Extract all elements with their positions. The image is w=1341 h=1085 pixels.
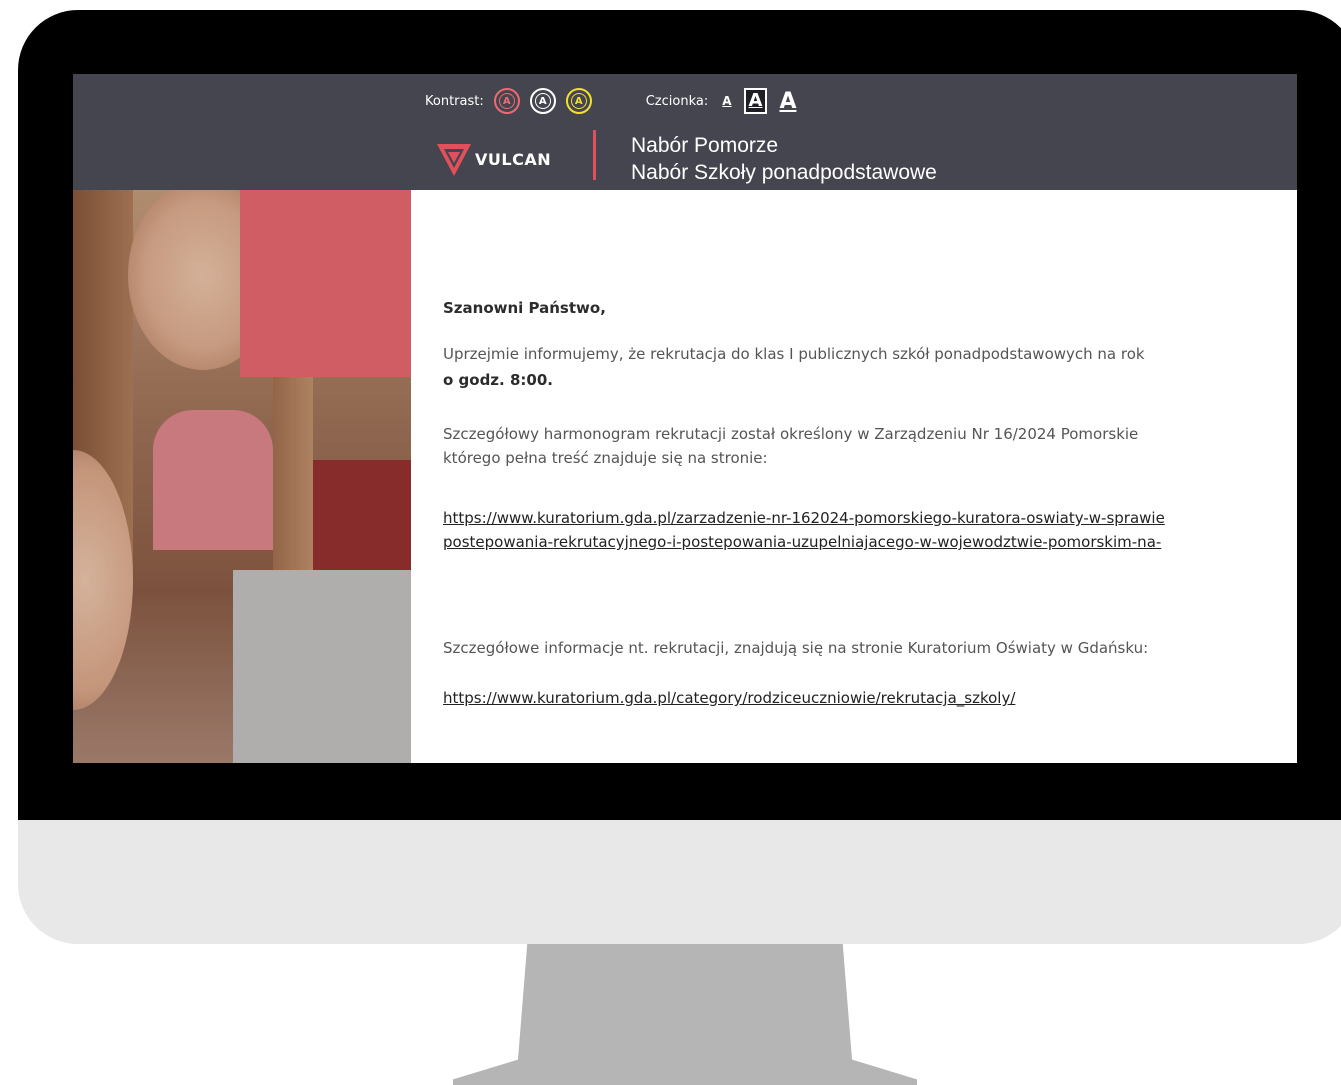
contrast-white-button[interactable]: A bbox=[529, 88, 556, 114]
site-header: Kontrast: A A A Czcionka: A A A VULCAN N… bbox=[73, 74, 1297, 190]
contrast-red-button[interactable]: A bbox=[493, 88, 520, 114]
accessibility-bar: Kontrast: A A A Czcionka: A A A bbox=[425, 84, 809, 118]
paragraph-3: Szczegółowe informacje nt. rekrutacji, z… bbox=[443, 639, 1149, 657]
vulcan-logo[interactable]: VULCAN bbox=[437, 134, 567, 184]
contrast-yellow-button[interactable]: A bbox=[565, 88, 592, 114]
paragraph-1-line-1: Uprzejmie informujemy, że rekrutacja do … bbox=[443, 345, 1145, 363]
logo-text: VULCAN bbox=[475, 149, 552, 169]
kuratorium-link[interactable]: https://www.kuratorium.gda.pl/category/r… bbox=[443, 686, 1015, 710]
main-content: Szanowni Państwo, Uprzejmie informujemy,… bbox=[443, 190, 1297, 763]
greeting: Szanowni Państwo, bbox=[443, 299, 606, 317]
contrast-red-letter: A bbox=[502, 95, 511, 107]
font-size-label: Czcionka: bbox=[645, 93, 709, 109]
contrast-label: Kontrast: bbox=[425, 93, 484, 109]
header-divider bbox=[593, 130, 596, 180]
site-title-line1: Nabór Pomorze bbox=[631, 134, 779, 157]
hero-photo bbox=[73, 190, 411, 763]
zarzadzenie-link-line-1[interactable]: https://www.kuratorium.gda.pl/zarzadzeni… bbox=[443, 506, 1165, 530]
contrast-yellow-letter: A bbox=[574, 95, 583, 107]
paragraph-1-line-2: o godz. 8:00. bbox=[443, 371, 553, 389]
zarzadzenie-link-line-2[interactable]: postepowania-rekrutacyjnego-i-postepowan… bbox=[443, 530, 1161, 554]
monitor-chin bbox=[18, 820, 1341, 944]
font-size-medium-button[interactable]: A bbox=[743, 88, 768, 114]
font-size-large-button[interactable]: A bbox=[779, 89, 796, 114]
paragraph-2-line-2: którego pełna treść znajduje się na stro… bbox=[443, 449, 768, 467]
monitor-stand bbox=[453, 944, 917, 1085]
font-size-small-button[interactable]: A bbox=[722, 94, 731, 108]
site-title: Nabór Pomorze Nabór Szkoły ponadpodstawo… bbox=[631, 132, 937, 186]
vulcan-logo-icon bbox=[437, 144, 471, 176]
paragraph-2-line-1: Szczegółowy harmonogram rekrutacji zosta… bbox=[443, 425, 1139, 443]
site-title-line2: Nabór Szkoły ponadpodstawowe bbox=[631, 161, 937, 184]
contrast-white-letter: A bbox=[538, 95, 547, 107]
monitor-screen: Kontrast: A A A Czcionka: A A A VULCAN N… bbox=[73, 74, 1297, 763]
